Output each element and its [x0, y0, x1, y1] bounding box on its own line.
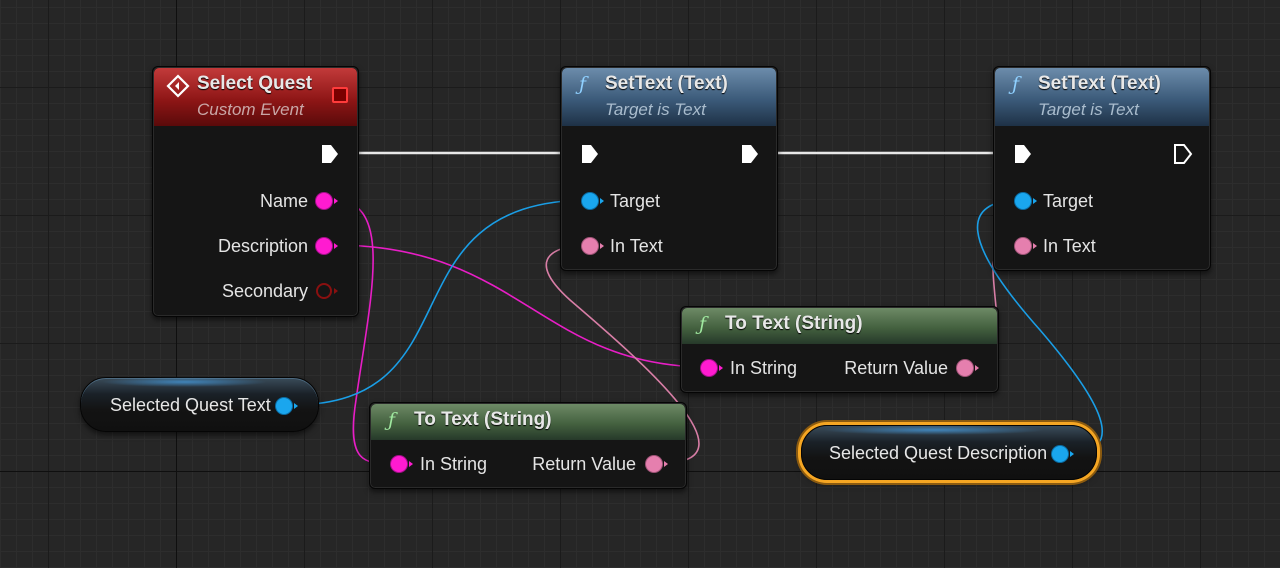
- selected-quest-text-variable-node[interactable]: Selected Quest Text: [80, 377, 319, 432]
- pin-label-in-string: In String: [730, 358, 798, 378]
- pin-label-return-value: Return Value: [532, 454, 636, 474]
- pin-label-target: Target: [1043, 191, 1094, 211]
- function-icon: ƒ: [388, 409, 396, 431]
- node-title: To Text (String): [414, 409, 552, 430]
- pin-label-in-string: In String: [420, 454, 488, 474]
- variable-label: Selected Quest Description: [829, 443, 1048, 463]
- node-subtitle: Custom Event: [197, 100, 304, 119]
- select-quest-event-node[interactable]: Select Quest Custom Event Name Descripti…: [152, 66, 359, 317]
- in-text-input-pin[interactable]: [582, 238, 604, 254]
- target-input-pin[interactable]: [582, 193, 604, 209]
- exec-input-pin[interactable]: [1012, 143, 1034, 165]
- return-value-output-pin[interactable]: [957, 360, 979, 376]
- node-subtitle: Target is Text: [1038, 100, 1139, 119]
- function-icon: ƒ: [699, 313, 707, 335]
- function-icon: ƒ: [1012, 73, 1020, 95]
- in-string-input-pin[interactable]: [391, 456, 413, 472]
- node-title: SetText (Text): [1038, 73, 1161, 94]
- variable-label: Selected Quest Text: [110, 395, 271, 415]
- return-value-output-pin[interactable]: [646, 456, 668, 472]
- pin-label-name: Name: [259, 191, 308, 211]
- node-title: SetText (Text): [605, 73, 728, 94]
- to-text-string-node-2[interactable]: ƒ To Text (String) In String Return Valu…: [369, 402, 687, 489]
- settext-node-1[interactable]: ƒ SetText (Text) Target is Text Target I…: [560, 66, 778, 271]
- function-icon: ƒ: [579, 73, 587, 95]
- pin-label-target: Target: [610, 191, 661, 211]
- to-text-string-node-1[interactable]: ƒ To Text (String) In String Return Valu…: [680, 306, 999, 393]
- pin-label-secondary: Secondary: [221, 281, 308, 301]
- event-diamond-icon: [166, 74, 190, 98]
- selected-quest-description-variable-node[interactable]: Selected Quest Description: [801, 425, 1097, 480]
- pin-label-return-value: Return Value: [844, 358, 948, 378]
- node-title: To Text (String): [725, 313, 863, 334]
- exec-input-pin[interactable]: [579, 143, 601, 165]
- in-text-input-pin[interactable]: [1015, 238, 1037, 254]
- pin-label-in-text: In Text: [1043, 236, 1096, 256]
- description-output-pin[interactable]: [316, 238, 338, 254]
- name-output-pin[interactable]: [316, 193, 338, 209]
- variable-glow: [101, 377, 268, 387]
- settext-node-2[interactable]: ƒ SetText (Text) Target is Text Target I…: [993, 66, 1211, 271]
- node-title: Select Quest: [197, 73, 313, 94]
- secondary-output-pin[interactable]: [316, 283, 338, 299]
- pin-label-description: Description: [217, 236, 308, 256]
- in-string-input-pin[interactable]: [701, 360, 723, 376]
- exec-output-pin-unconnected[interactable]: [1172, 143, 1194, 165]
- delegate-pin-icon[interactable]: [332, 87, 348, 103]
- pin-label-in-text: In Text: [610, 236, 663, 256]
- node-subtitle: Target is Text: [605, 100, 706, 119]
- exec-output-pin[interactable]: [319, 143, 341, 165]
- exec-output-pin[interactable]: [739, 143, 761, 165]
- variable-output-pin[interactable]: [1052, 446, 1074, 462]
- variable-output-pin[interactable]: [276, 398, 298, 414]
- variable-glow: [822, 425, 1046, 435]
- target-input-pin[interactable]: [1015, 193, 1037, 209]
